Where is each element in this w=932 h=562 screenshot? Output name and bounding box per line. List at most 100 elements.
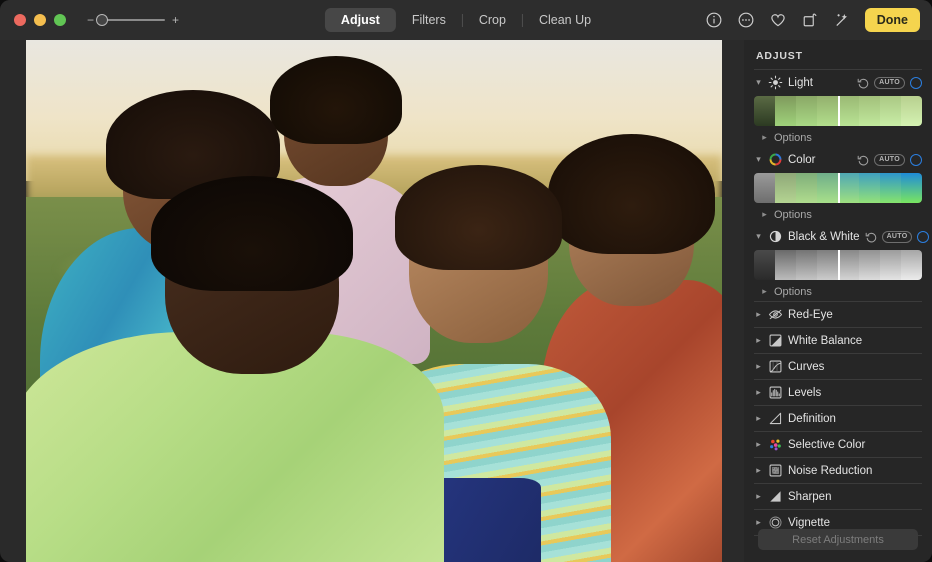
close-button[interactable] (14, 14, 26, 26)
adjustment-toggle-light[interactable] (910, 77, 922, 89)
chevron-down-icon[interactable]: ▾ (754, 77, 763, 88)
chevron-right-icon[interactable]: ▸ (754, 361, 763, 372)
filmstrip-thumb (817, 96, 838, 126)
adjustment-label: Curves (788, 361, 922, 373)
adjustment-label: Black & White (788, 231, 860, 243)
adjustment-levels[interactable]: ▸ Levels (754, 380, 922, 405)
light-options[interactable]: ▸ Options (754, 128, 922, 147)
filmstrip-thumb (901, 96, 922, 126)
filmstrip-thumb (838, 250, 859, 280)
traffic-lights (14, 14, 66, 26)
mode-segmented-control: Adjust Filters Crop Clean Up (325, 8, 607, 32)
chevron-down-icon[interactable]: ▾ (754, 231, 763, 242)
adjustment-black-and-white[interactable]: ▾ Black & White AUTO (754, 224, 922, 249)
filmstrip-position-marker[interactable] (838, 250, 840, 280)
minimize-button[interactable] (34, 14, 46, 26)
adjustment-sharpen[interactable]: ▸ Sharpen (754, 484, 922, 509)
adjustment-label: Light (788, 77, 852, 89)
filmstrip-thumb (754, 173, 775, 203)
filmstrip-thumb (859, 250, 880, 280)
adjustment-light[interactable]: ▾ Light AUTO (754, 70, 922, 95)
tab-adjust[interactable]: Adjust (325, 8, 396, 32)
tab-clean-up[interactable]: Clean Up (523, 8, 607, 32)
chevron-right-icon[interactable]: ▸ (754, 465, 763, 476)
adjustment-toggle-color[interactable] (910, 154, 922, 166)
reset-arrow-icon[interactable] (857, 77, 869, 89)
color-wheel-icon (768, 152, 783, 167)
chevron-right-icon[interactable]: ▸ (754, 517, 763, 528)
adjustment-color[interactable]: ▾ Color AUTO (754, 147, 922, 172)
adjustment-noise-reduction[interactable]: ▸ Noise Reduction (754, 458, 922, 483)
person-back-center-hair (270, 56, 402, 145)
filmstrip-thumb (880, 96, 901, 126)
person-front-hair (151, 176, 353, 291)
edited-photo (26, 40, 722, 562)
chevron-right-icon[interactable]: ▸ (760, 209, 769, 220)
filmstrip-thumb (880, 173, 901, 203)
chevron-right-icon[interactable]: ▸ (754, 439, 763, 450)
chevron-right-icon[interactable]: ▸ (754, 491, 763, 502)
toolbar-actions: Done (705, 8, 920, 32)
bw-filmstrip[interactable] (754, 250, 922, 280)
filmstrip-thumb (859, 96, 880, 126)
reset-arrow-icon[interactable] (857, 154, 869, 166)
panel-title: ADJUST (754, 40, 922, 69)
adjustment-curves[interactable]: ▸ Curves (754, 354, 922, 379)
selective-color-icon (768, 437, 783, 452)
magic-wand-icon[interactable] (833, 11, 851, 29)
zoom-out-icon[interactable]: − (86, 14, 95, 26)
auto-badge-bw[interactable]: AUTO (882, 231, 913, 243)
adjustment-definition[interactable]: ▸ Definition (754, 406, 922, 431)
bw-options[interactable]: ▸ Options (754, 282, 922, 301)
filmstrip-thumb (796, 250, 817, 280)
maximize-button[interactable] (54, 14, 66, 26)
color-filmstrip[interactable] (754, 173, 922, 203)
auto-badge-color[interactable]: AUTO (874, 154, 905, 166)
adjustment-label: Sharpen (788, 491, 922, 503)
filmstrip-position-marker[interactable] (838, 96, 840, 126)
vignette-ring-icon (768, 515, 783, 530)
tab-filters[interactable]: Filters (396, 8, 462, 32)
reset-adjustments-button[interactable]: Reset Adjustments (758, 529, 918, 550)
adjustment-toggle-bw[interactable] (917, 231, 929, 243)
more-options-icon[interactable] (737, 11, 755, 29)
reset-arrow-icon[interactable] (865, 231, 877, 243)
black-white-circle-icon (768, 229, 783, 244)
color-options[interactable]: ▸ Options (754, 205, 922, 224)
adjustment-selective-color[interactable]: ▸ Selective Color (754, 432, 922, 457)
zoom-slider[interactable]: − + (86, 14, 180, 26)
light-filmstrip[interactable] (754, 96, 922, 126)
chevron-right-icon[interactable]: ▸ (760, 286, 769, 297)
adjustment-label: Levels (788, 387, 922, 399)
adjustment-white-balance[interactable]: ▸ White Balance (754, 328, 922, 353)
filmstrip-thumb (817, 173, 838, 203)
options-label: Options (774, 209, 812, 221)
white-balance-icon (768, 333, 783, 348)
chevron-right-icon[interactable]: ▸ (754, 335, 763, 346)
chevron-down-icon[interactable]: ▾ (754, 154, 763, 165)
chevron-right-icon[interactable]: ▸ (754, 413, 763, 424)
favorite-heart-icon[interactable] (769, 11, 787, 29)
tab-crop[interactable]: Crop (463, 8, 522, 32)
chevron-right-icon[interactable]: ▸ (760, 132, 769, 143)
done-button[interactable]: Done (865, 8, 920, 32)
zoom-slider-knob[interactable] (96, 14, 108, 26)
person-center-right-hair (395, 165, 562, 269)
chevron-right-icon[interactable]: ▸ (754, 309, 763, 320)
adjustment-red-eye[interactable]: ▸ Red-Eye (754, 302, 922, 327)
info-icon[interactable] (705, 11, 723, 29)
filmstrip-thumb (859, 173, 880, 203)
filmstrip-thumb (754, 96, 775, 126)
chevron-right-icon[interactable]: ▸ (754, 387, 763, 398)
filmstrip-thumb (880, 250, 901, 280)
filmstrip-thumb (796, 173, 817, 203)
zoom-in-icon[interactable]: + (171, 14, 180, 26)
zoom-slider-track[interactable] (101, 19, 165, 21)
filmstrip-thumb (754, 250, 775, 280)
adjustment-label: Red-Eye (788, 309, 922, 321)
auto-badge-light[interactable]: AUTO (874, 77, 905, 89)
photo-canvas[interactable] (26, 40, 722, 562)
filmstrip-position-marker[interactable] (838, 173, 840, 203)
filmstrip-thumb (838, 173, 859, 203)
rotate-icon[interactable] (801, 11, 819, 29)
